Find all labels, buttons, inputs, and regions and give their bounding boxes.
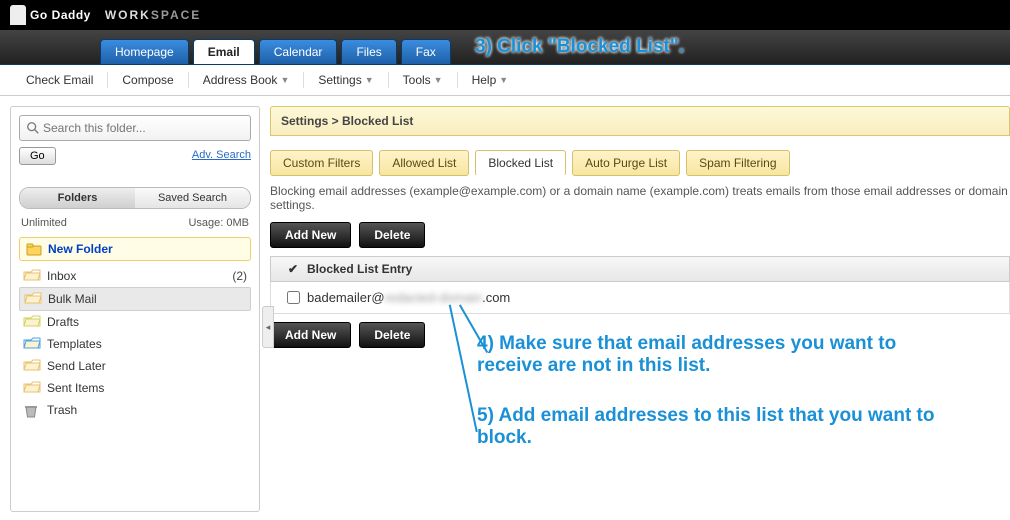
table-body: bademailer@redacted-domain.com (270, 282, 1010, 314)
tab-email[interactable]: Email (193, 39, 255, 64)
new-folder-button[interactable]: New Folder (19, 237, 251, 261)
menu-help[interactable]: Help▼ (458, 73, 523, 87)
breadcrumb: Settings > Blocked List (270, 106, 1010, 136)
annotation-step4: 4) Make sure that email addresses you wa… (477, 333, 947, 377)
search-go-button[interactable]: Go (19, 147, 56, 165)
folder-icon (23, 337, 41, 351)
folder-label: Bulk Mail (48, 292, 97, 306)
folder-icon (23, 403, 41, 417)
select-all-header[interactable]: ✔ (279, 262, 307, 276)
tab-saved-search[interactable]: Saved Search (135, 188, 250, 208)
brand-go: Go (30, 8, 48, 22)
quota-row: Unlimited Usage: 0MB (21, 217, 249, 229)
menu-settings[interactable]: Settings▼ (304, 73, 387, 87)
tab-fax[interactable]: Fax (401, 39, 451, 64)
checkbox[interactable] (287, 291, 300, 304)
folder-trash[interactable]: Trash (19, 399, 251, 421)
brand-bar: Go Daddy WORKSPACE (0, 0, 1010, 30)
menu-tools[interactable]: Tools▼ (389, 73, 457, 87)
folder-icon (23, 381, 41, 395)
folder-inbox[interactable]: Inbox (2) (19, 265, 251, 287)
godaddy-logo: Go Daddy (10, 5, 91, 25)
folder-label: Inbox (47, 269, 76, 283)
chevron-down-icon: ▼ (365, 75, 374, 85)
new-folder-label: New Folder (48, 242, 113, 256)
annotation-step5: 5) Add email addresses to this list that… (477, 405, 947, 449)
menu-check-email[interactable]: Check Email (12, 73, 107, 87)
chevron-down-icon: ▼ (434, 75, 443, 85)
settings-tabs: Custom FiltersAllowed ListBlocked ListAu… (270, 150, 1010, 176)
folder-icon (24, 292, 42, 306)
folder-label: Templates (47, 337, 102, 351)
folder-send-later[interactable]: Send Later (19, 355, 251, 377)
search-box (19, 115, 251, 141)
column-entry: Blocked List Entry (307, 262, 412, 276)
sub-menu: Check EmailComposeAddress Book▼Settings▼… (0, 65, 1010, 96)
tab-homepage[interactable]: Homepage (100, 39, 189, 64)
folder-sent-items[interactable]: Sent Items (19, 377, 251, 399)
table-row[interactable]: bademailer@redacted-domain.com (270, 282, 1010, 314)
tab-folders[interactable]: Folders (20, 188, 135, 208)
folder-label: Send Later (47, 359, 106, 373)
settings-tab-blocked-list[interactable]: Blocked List (475, 150, 566, 176)
content-area: ◂ Settings > Blocked List Custom Filters… (270, 106, 1010, 512)
menu-compose[interactable]: Compose (108, 73, 187, 87)
settings-tab-spam-filtering[interactable]: Spam Filtering (686, 150, 789, 176)
body: Go Adv. Search Folders Saved Search Unli… (0, 96, 1010, 520)
quota-usage: Usage: 0MB (188, 217, 249, 229)
search-input[interactable] (40, 118, 244, 138)
folder-tabs: Folders Saved Search (19, 187, 251, 209)
folder-icon (23, 359, 41, 373)
settings-description: Blocking email addresses (example@exampl… (270, 184, 1010, 212)
folder-label: Trash (47, 403, 77, 417)
menu-address-book[interactable]: Address Book▼ (189, 73, 304, 87)
add-new-button[interactable]: Add New (270, 222, 351, 248)
button-row-top: Add New Delete (270, 222, 1010, 248)
row-checkbox[interactable] (279, 288, 307, 307)
chevron-down-icon: ▼ (280, 75, 289, 85)
folder-count: (2) (232, 269, 247, 283)
folder-list: Inbox (2) Bulk Mail Drafts Templates Send Lat… (19, 265, 251, 421)
table-header: ✔ Blocked List Entry (270, 256, 1010, 282)
folder-add-icon (26, 243, 42, 256)
delete-button[interactable]: Delete (359, 222, 425, 248)
brand-workspace: WORKSPACE (105, 8, 201, 22)
chevron-down-icon: ▼ (499, 75, 508, 85)
folder-label: Drafts (47, 315, 79, 329)
tab-files[interactable]: Files (341, 39, 396, 64)
settings-tab-allowed-list[interactable]: Allowed List (379, 150, 469, 176)
delete-button-2[interactable]: Delete (359, 322, 425, 348)
entry-value: bademailer@redacted-domain.com (307, 290, 510, 305)
folder-drafts[interactable]: Drafts (19, 311, 251, 333)
adv-search-link[interactable]: Adv. Search (192, 149, 251, 161)
collapse-sidebar-handle[interactable]: ◂ (262, 306, 274, 348)
annotation-step3: 3) Click "Blocked List". (475, 36, 684, 58)
folder-bulk-mail[interactable]: Bulk Mail (19, 287, 251, 311)
add-new-button-2[interactable]: Add New (270, 322, 351, 348)
quota-name: Unlimited (21, 217, 67, 229)
godaddy-mascot-icon (10, 5, 26, 25)
search-icon (26, 121, 40, 135)
folder-label: Sent Items (47, 381, 104, 395)
folder-templates[interactable]: Templates (19, 333, 251, 355)
app-root: GoDaddy WORKSPACE HomepageEmailCalendarF… (0, 0, 1010, 520)
tab-calendar[interactable]: Calendar (259, 39, 338, 64)
brand-daddy: Daddy (52, 8, 91, 22)
sidebar: Go Adv. Search Folders Saved Search Unli… (10, 106, 260, 512)
folder-icon (23, 315, 41, 329)
folder-icon (23, 269, 41, 283)
settings-tab-custom-filters[interactable]: Custom Filters (270, 150, 373, 176)
settings-tab-auto-purge-list[interactable]: Auto Purge List (572, 150, 680, 176)
